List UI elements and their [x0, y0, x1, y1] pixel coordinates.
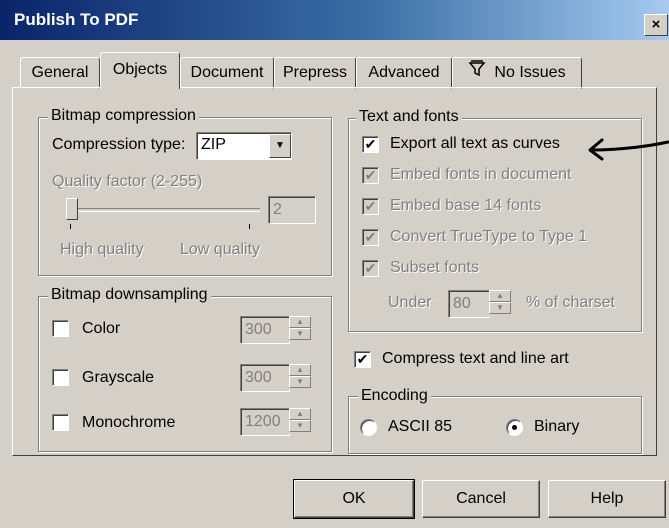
- monochrome-dpi-value: 1200: [245, 413, 281, 430]
- quality-factor-label: Quality factor (2-255): [52, 173, 203, 190]
- color-dpi-input[interactable]: 300: [240, 316, 290, 344]
- quality-slider-track: [70, 208, 260, 212]
- annotation-arrow-icon: [588, 138, 669, 161]
- tab-prepress[interactable]: Prepress: [274, 57, 356, 89]
- color-dpi-value: 300: [245, 321, 272, 338]
- grayscale-dpi-value: 300: [245, 369, 272, 386]
- color-dpi-spinner[interactable]: ▲ ▼: [289, 316, 311, 342]
- grayscale-dpi-input[interactable]: 300: [240, 364, 290, 392]
- monochrome-dpi-input[interactable]: 1200: [240, 408, 290, 436]
- subset-threshold-input[interactable]: 80: [448, 290, 490, 318]
- compression-type-select[interactable]: ZIP ▼: [196, 132, 292, 160]
- text-fonts-legend: Text and fonts: [356, 108, 462, 126]
- color-label: Color: [82, 320, 121, 337]
- tab-label: Prepress: [282, 64, 348, 81]
- low-quality-label: Low quality: [180, 241, 261, 258]
- check-icon: ✔: [364, 229, 377, 245]
- cancel-label: Cancel: [456, 490, 506, 507]
- tab-label: Objects: [112, 61, 168, 78]
- tab-label: Advanced: [368, 64, 440, 81]
- tab-document[interactable]: Document: [180, 57, 274, 89]
- tab-label: No Issues: [494, 64, 566, 82]
- radio-dot-icon: [512, 425, 517, 430]
- check-icon: ✔: [364, 260, 377, 276]
- close-icon: ×: [651, 16, 661, 33]
- spin-up-icon[interactable]: ▲: [289, 364, 311, 376]
- tab-objects[interactable]: Objects: [100, 52, 180, 89]
- spin-down-icon[interactable]: ▼: [289, 376, 311, 388]
- preflight-icon: [468, 58, 487, 88]
- convert-truetype-label: Convert TrueType to Type 1: [390, 228, 588, 245]
- export-curves-label: Export all text as curves: [390, 135, 560, 152]
- monochrome-dpi-spinner[interactable]: ▲ ▼: [289, 408, 311, 434]
- cancel-button[interactable]: Cancel: [422, 480, 540, 518]
- check-icon: ✔: [364, 198, 377, 214]
- subset-threshold-value: 80: [453, 295, 471, 312]
- embed-fonts-label: Embed fonts in document: [390, 166, 572, 183]
- check-icon: ✔: [364, 167, 377, 183]
- subset-fonts-label: Subset fonts: [390, 259, 479, 276]
- quality-slider-thumb[interactable]: [66, 198, 78, 220]
- tab-label: General: [31, 64, 89, 81]
- ok-label: OK: [342, 490, 366, 507]
- spin-up-icon[interactable]: ▲: [289, 408, 311, 420]
- check-icon: ✔: [356, 351, 369, 367]
- embed-base14-checkbox[interactable]: ✔: [362, 198, 379, 215]
- slider-tick: [249, 224, 250, 229]
- encoding-legend: Encoding: [358, 387, 431, 405]
- close-button[interactable]: ×: [644, 14, 668, 36]
- export-curves-checkbox[interactable]: ✔: [362, 136, 379, 153]
- tab-general[interactable]: General: [20, 57, 100, 89]
- bitmap-compression-legend: Bitmap compression: [48, 107, 199, 125]
- color-checkbox[interactable]: [52, 320, 69, 337]
- tab-no-issues[interactable]: No Issues: [452, 57, 582, 89]
- convert-truetype-checkbox[interactable]: ✔: [362, 229, 379, 246]
- grayscale-checkbox[interactable]: [52, 369, 69, 386]
- compression-type-value: ZIP: [201, 136, 226, 153]
- binary-label: Binary: [534, 418, 580, 435]
- bitmap-downsampling-legend: Bitmap downsampling: [48, 286, 211, 304]
- window-title: Publish To PDF: [14, 10, 139, 29]
- high-quality-label: High quality: [60, 241, 144, 258]
- ok-button[interactable]: OK: [293, 479, 415, 519]
- tab-label: Document: [190, 64, 264, 81]
- slider-tick: [70, 224, 71, 229]
- charset-label: % of charset: [526, 294, 615, 311]
- compress-checkbox[interactable]: ✔: [354, 351, 371, 368]
- help-button[interactable]: Help: [548, 480, 666, 518]
- chevron-down-icon[interactable]: ▼: [269, 134, 291, 158]
- under-label: Under: [388, 294, 432, 311]
- spin-up-icon[interactable]: ▲: [489, 290, 511, 302]
- monochrome-label: Monochrome: [82, 414, 176, 431]
- check-icon: ✔: [364, 136, 377, 152]
- ascii85-radio[interactable]: [360, 419, 377, 436]
- spin-down-icon[interactable]: ▼: [289, 420, 311, 432]
- embed-fonts-checkbox[interactable]: ✔: [362, 167, 379, 184]
- compression-type-label: Compression type:: [52, 136, 186, 153]
- grayscale-dpi-spinner[interactable]: ▲ ▼: [289, 364, 311, 390]
- ascii85-label: ASCII 85: [388, 418, 453, 435]
- quality-factor-input[interactable]: 2: [268, 196, 316, 224]
- compress-label: Compress text and line art: [382, 350, 569, 367]
- subset-fonts-checkbox[interactable]: ✔: [362, 260, 379, 277]
- quality-factor-value: 2: [273, 201, 282, 218]
- tab-advanced[interactable]: Advanced: [356, 57, 452, 89]
- grayscale-label: Grayscale: [82, 369, 155, 386]
- spin-down-icon[interactable]: ▼: [289, 328, 311, 340]
- binary-radio[interactable]: [506, 419, 523, 436]
- subset-threshold-spinner[interactable]: ▲ ▼: [489, 290, 511, 316]
- spin-up-icon[interactable]: ▲: [289, 316, 311, 328]
- embed-base14-label: Embed base 14 fonts: [390, 197, 542, 214]
- spin-down-icon[interactable]: ▼: [489, 302, 511, 314]
- help-label: Help: [590, 490, 624, 507]
- monochrome-checkbox[interactable]: [52, 414, 69, 431]
